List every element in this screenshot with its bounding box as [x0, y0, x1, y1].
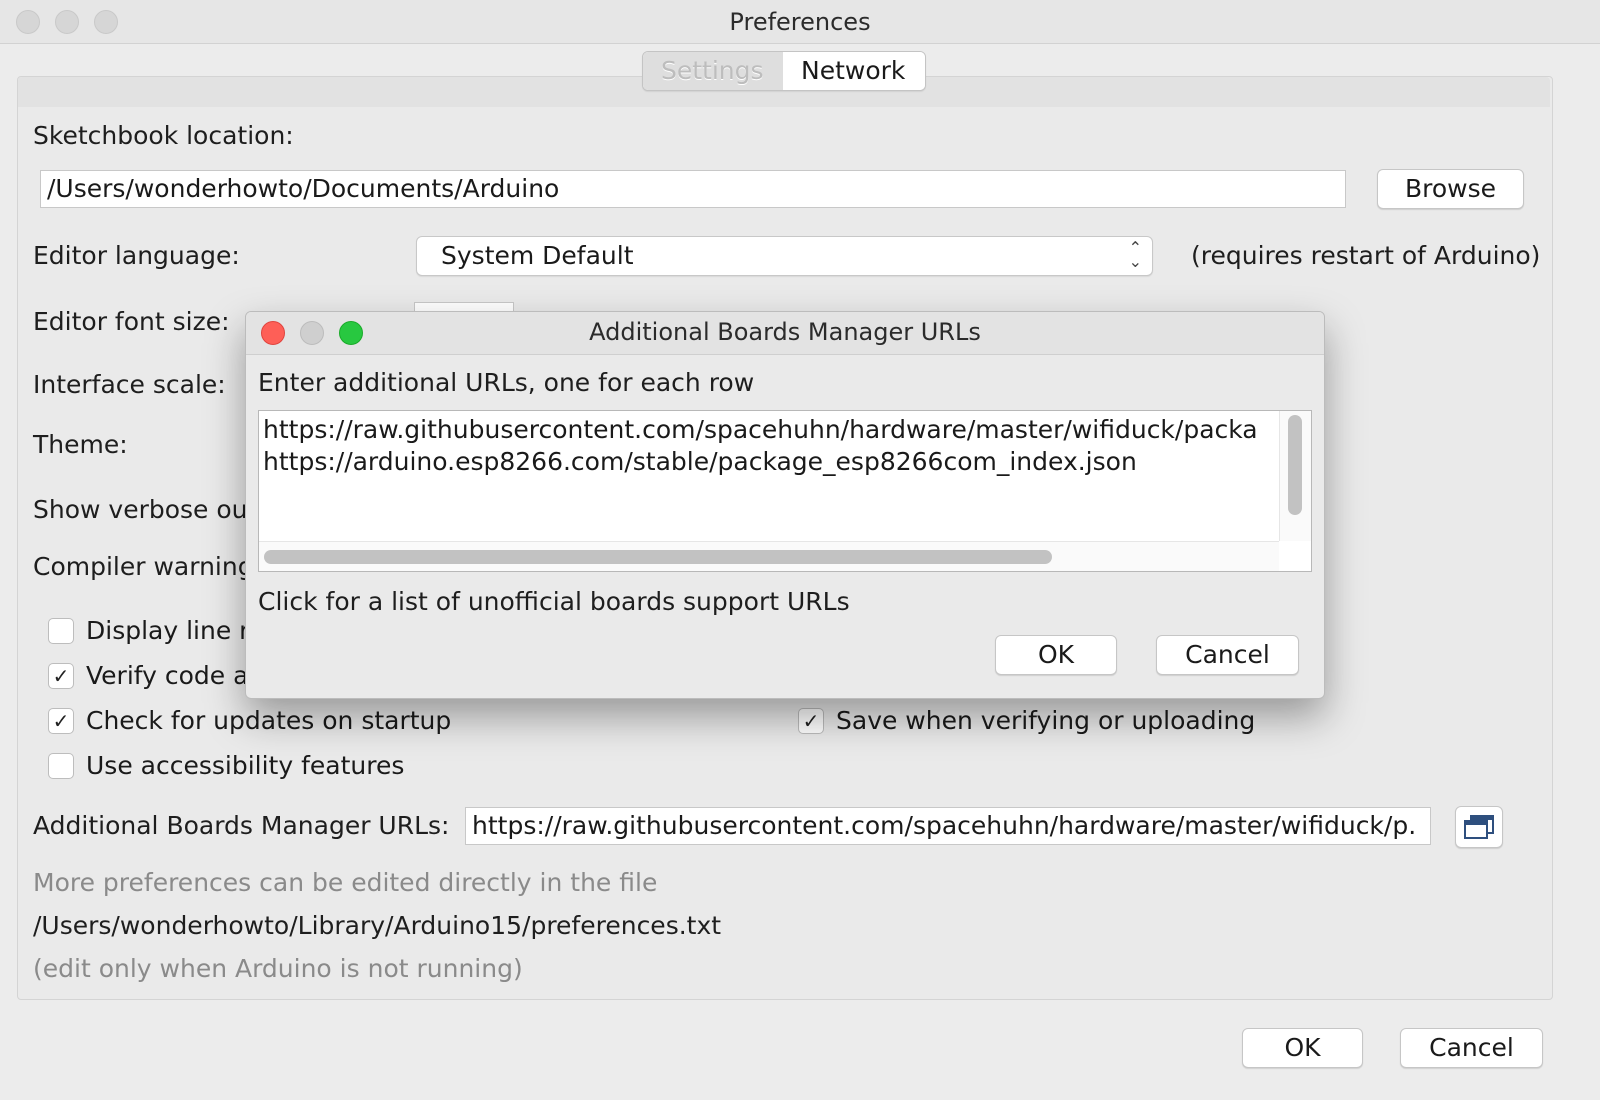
save-when-verifying-label: Save when verifying or uploading	[836, 706, 1256, 735]
display-line-numbers-checkbox[interactable]	[48, 618, 74, 644]
boards-urls-edit-button[interactable]	[1455, 806, 1503, 848]
vertical-scrollbar[interactable]	[1279, 411, 1311, 541]
horizontal-scroll-thumb[interactable]	[264, 550, 1052, 564]
tab-bar: Settings Network	[642, 51, 926, 91]
verify-code-checkbox[interactable]: ✓	[48, 663, 74, 689]
save-when-verifying-checkbox[interactable]: ✓	[798, 708, 824, 734]
window-list-icon	[1464, 815, 1494, 839]
dialog-cancel-button[interactable]: Cancel	[1156, 635, 1299, 675]
accessibility-label: Use accessibility features	[86, 751, 405, 780]
check-updates-checkbox[interactable]: ✓	[48, 708, 74, 734]
tab-network[interactable]: Network	[783, 52, 925, 90]
restart-note: (requires restart of Arduino)	[1191, 241, 1541, 270]
boards-urls-label: Additional Boards Manager URLs:	[33, 811, 450, 840]
ok-button[interactable]: OK	[1242, 1028, 1363, 1068]
prefs-file-path: /Users/wonderhowto/Library/Arduino15/pre…	[33, 911, 722, 940]
dialog-ok-button[interactable]: OK	[995, 635, 1117, 675]
sketchbook-label: Sketchbook location:	[33, 121, 294, 150]
url-line: https://arduino.esp8266.com/stable/packa…	[263, 447, 1137, 476]
boards-urls-dialog: Additional Boards Manager URLs Enter add…	[245, 311, 1325, 699]
cancel-button[interactable]: Cancel	[1400, 1028, 1543, 1068]
verbose-output-label: Show verbose out	[33, 495, 258, 524]
vertical-scroll-thumb[interactable]	[1288, 415, 1302, 515]
select-arrows-icon: ⌃ ⌄	[1128, 238, 1142, 271]
compiler-warnings-label: Compiler warning	[33, 552, 254, 581]
dialog-title: Additional Boards Manager URLs	[589, 318, 981, 346]
prefs-edit-warning: (edit only when Arduino is not running)	[33, 954, 523, 983]
browse-button[interactable]: Browse	[1377, 169, 1524, 209]
unofficial-boards-link[interactable]: Click for a list of unofficial boards su…	[258, 587, 850, 616]
editor-language-value: System Default	[441, 241, 634, 270]
verify-code-label: Verify code a	[86, 661, 249, 690]
sketchbook-location-field[interactable]: /Users/wonderhowto/Documents/Arduino	[40, 170, 1346, 208]
boards-urls-field[interactable]: https://raw.githubusercontent.com/spaceh…	[465, 807, 1431, 845]
url-line: https://raw.githubusercontent.com/spaceh…	[263, 415, 1258, 444]
display-line-numbers-label: Display line r	[86, 616, 250, 645]
horizontal-scrollbar[interactable]	[259, 541, 1279, 571]
editor-language-label: Editor language:	[33, 241, 240, 270]
accessibility-checkbox[interactable]	[48, 753, 74, 779]
editor-language-select[interactable]: System Default ⌃ ⌄	[416, 236, 1153, 276]
window-title: Preferences	[729, 8, 871, 36]
interface-scale-label: Interface scale:	[33, 370, 226, 399]
tab-settings[interactable]: Settings	[643, 52, 783, 90]
editor-font-size-label: Editor font size:	[33, 307, 230, 336]
prefs-file-hint: More preferences can be edited directly …	[33, 868, 658, 897]
theme-label: Theme:	[33, 430, 128, 459]
check-updates-label: Check for updates on startup	[86, 706, 452, 735]
dialog-instruction: Enter additional URLs, one for each row	[258, 368, 755, 397]
urls-textarea[interactable]: https://raw.githubusercontent.com/spaceh…	[258, 410, 1312, 572]
